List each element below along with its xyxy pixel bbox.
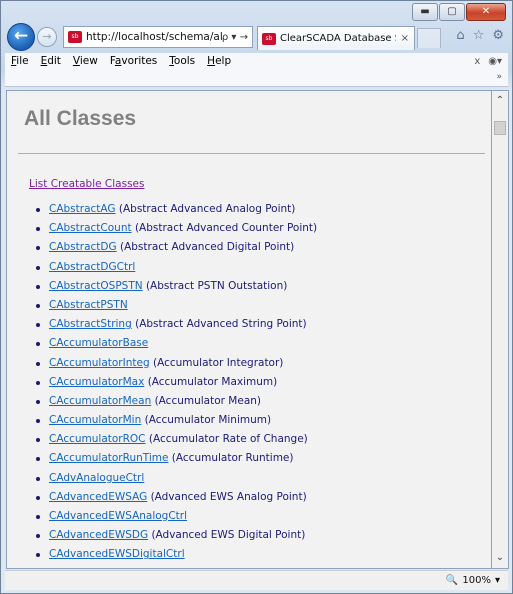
menubar-close-icon[interactable]: x <box>474 56 480 67</box>
class-description: (Accumulator Runtime) <box>171 452 294 465</box>
list-item: CAccumulatorMean (Accumulator Mean) <box>29 395 317 414</box>
list-item: CAbstractOSPSTN (Abstract PSTN Outstatio… <box>29 280 317 299</box>
zoom-icon: 🔍 <box>445 575 459 586</box>
list-creatable-classes-link[interactable]: List Creatable Classes <box>29 178 145 190</box>
menu-help[interactable]: Help <box>201 55 237 67</box>
class-link[interactable]: CAdvancedEWSDG <box>49 529 148 541</box>
chevron-more-icon[interactable]: » <box>496 72 502 82</box>
address-search-refresh-icon[interactable]: ρ ▾ → <box>222 32 252 43</box>
menu-tools[interactable]: Tools <box>163 55 201 67</box>
class-description: (Accumulator Minimum) <box>144 414 272 427</box>
class-description: (Abstract PSTN Outstation) <box>145 279 288 292</box>
list-item: CAbstractCount (Abstract Advanced Counte… <box>29 222 317 241</box>
page-title: All Classes <box>24 107 137 130</box>
tab-title: ClearSCADA Database Sche... <box>280 33 396 44</box>
address-url[interactable]: http://localhost/schema/all <box>86 31 222 43</box>
class-link[interactable]: CAccumulatorRunTime <box>49 452 168 464</box>
scroll-thumb[interactable] <box>494 121 506 135</box>
class-link[interactable]: CAccumulatorMin <box>49 414 141 426</box>
list-item: CAbstractDGCtrl <box>29 261 317 280</box>
divider <box>18 153 485 154</box>
class-description: (Advanced EWS Analog Point) <box>150 490 307 503</box>
list-item: CAbstractString (Abstract Advanced Strin… <box>29 318 317 337</box>
class-link[interactable]: CAbstractAG <box>49 203 116 215</box>
tab-clearscada[interactable]: sb ClearSCADA Database Sche... × <box>257 26 415 50</box>
command-bar: » <box>5 69 508 87</box>
caption-buttons: ▬ ▢ ✕ <box>411 3 506 21</box>
class-description: (Accumulator Integrator) <box>152 356 284 369</box>
list-item: CAdvancedEWSAnalogCtrl <box>29 510 317 529</box>
list-item: CAccumulatorRunTime (Accumulator Runtime… <box>29 452 317 471</box>
class-description: (Abstract Advanced Analog Point) <box>118 203 296 215</box>
class-link[interactable]: CAbstractString <box>49 318 132 330</box>
class-link[interactable]: CAbstractDGCtrl <box>49 261 135 273</box>
class-list: CAbstractAG (Abstract Advanced Analog Po… <box>29 203 317 568</box>
list-item: CAccumulatorBase <box>29 337 317 356</box>
list-item: CAdvancedEWSDG (Advanced EWS Digital Poi… <box>29 529 317 548</box>
browser-right-icons: ⌂ ☆ ⚙ <box>456 28 504 43</box>
class-description: (Accumulator Mean) <box>154 394 262 407</box>
class-link[interactable]: CAdvAnalogueCtrl <box>49 472 144 484</box>
menu-view[interactable]: View <box>67 55 104 67</box>
list-item: CAbstractPSTN <box>29 299 317 318</box>
close-window-button[interactable]: ✕ <box>466 3 506 21</box>
menu-bar: File Edit View Favorites Tools Help x ◉▾ <box>5 53 508 69</box>
safety-icon[interactable]: ◉▾ <box>488 56 502 67</box>
list-item: CAccumulatorMax (Accumulator Maximum) <box>29 376 317 395</box>
class-description: (Accumulator Maximum) <box>147 375 278 388</box>
list-item: CAbstractDG (Abstract Advanced Digital P… <box>29 241 317 260</box>
class-link[interactable]: CAccumulatorBase <box>49 337 148 349</box>
menu-favorites[interactable]: Favorites <box>104 55 163 67</box>
scroll-down-icon[interactable]: ⌄ <box>492 550 508 566</box>
class-link[interactable]: CAdvancedEWSDigitalCtrl <box>49 548 185 560</box>
home-icon[interactable]: ⌂ <box>456 28 464 43</box>
maximize-button[interactable]: ▢ <box>439 3 465 21</box>
minimize-button[interactable]: ▬ <box>412 3 438 21</box>
status-bar: 🔍 100% ▾ <box>5 570 508 590</box>
forward-button[interactable]: → <box>37 27 57 47</box>
class-link[interactable]: CAdvancedEWSAnalogCtrl <box>49 510 187 522</box>
zoom-control[interactable]: 🔍 100% ▾ <box>446 575 500 586</box>
class-link[interactable]: CAbstractPSTN <box>49 299 128 311</box>
list-item: CAccumulatorMin (Accumulator Minimum) <box>29 414 317 433</box>
list-item: CAbstractAG (Abstract Advanced Analog Po… <box>29 203 317 222</box>
class-description: (Abstract Advanced Digital Point) <box>119 241 295 254</box>
class-link[interactable]: CAccumulatorMean <box>49 395 151 407</box>
tab-favicon-icon: sb <box>262 32 276 45</box>
address-bar[interactable]: sb http://localhost/schema/all ρ ▾ → <box>63 26 253 48</box>
page-content: All Classes List Creatable Classes CAbst… <box>6 90 492 569</box>
back-button[interactable]: ← <box>7 23 35 51</box>
star-icon[interactable]: ☆ <box>473 28 485 43</box>
list-item: CAdvancedEWSDigitalCtrl <box>29 548 317 567</box>
class-link[interactable]: CAdvancedEWSAG <box>49 491 147 503</box>
menu-file[interactable]: File <box>5 55 35 67</box>
scroll-up-icon[interactable]: ⌃ <box>492 93 508 109</box>
list-item: CAdvAnalogueCtrl <box>29 472 317 491</box>
class-description: (Abstract Advanced Counter Point) <box>134 222 318 235</box>
class-link[interactable]: CAbstractDG <box>49 241 117 253</box>
site-favicon-icon: sb <box>68 31 82 43</box>
vertical-scrollbar[interactable]: ⌃ ⌄ <box>492 90 509 569</box>
menubar-right-tools: x ◉▾ <box>474 56 508 67</box>
class-description: (Advanced EWS Digital Point) <box>151 529 306 542</box>
menu-edit[interactable]: Edit <box>35 55 67 67</box>
tab-close-icon[interactable]: × <box>396 33 414 44</box>
class-link[interactable]: CAccumulatorROC <box>49 433 146 445</box>
class-link[interactable]: CAbstractCount <box>49 222 132 234</box>
class-description: (Accumulator Rate of Change) <box>148 433 308 446</box>
list-item: CAccumulatorROC (Accumulator Rate of Cha… <box>29 433 317 452</box>
navigation-row: ← → sb http://localhost/schema/all ρ ▾ →… <box>5 23 508 51</box>
new-tab-button[interactable] <box>417 28 441 48</box>
class-link[interactable]: CAccumulatorInteg <box>49 357 150 369</box>
class-link[interactable]: CAbstractOSPSTN <box>49 280 143 292</box>
gear-icon[interactable]: ⚙ <box>492 28 504 43</box>
list-item: CAccumulatorInteg (Accumulator Integrato… <box>29 357 317 376</box>
class-link[interactable]: CAccumulatorMax <box>49 376 144 388</box>
zoom-dropdown-icon[interactable]: ▾ <box>495 575 500 586</box>
browser-window: ▬ ▢ ✕ ← → sb http://localhost/schema/all… <box>0 0 513 594</box>
zoom-level: 100% <box>462 575 491 586</box>
list-item: CAdvancedEWSAG (Advanced EWS Analog Poin… <box>29 491 317 510</box>
class-description: (Abstract Advanced String Point) <box>135 318 307 331</box>
